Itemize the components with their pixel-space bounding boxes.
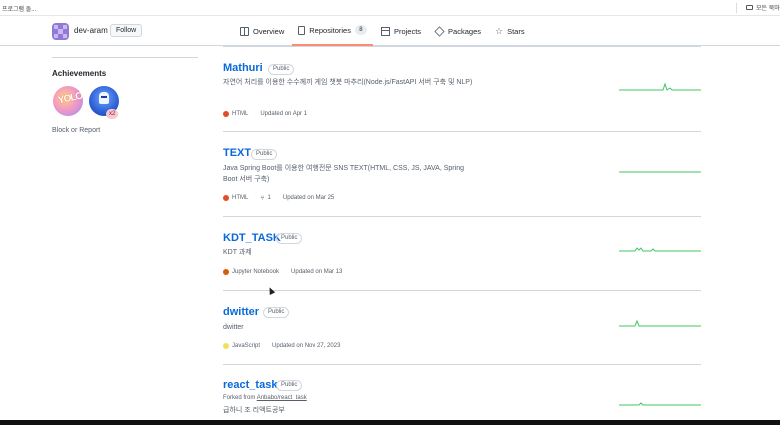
tab-label: Repositories: [309, 25, 351, 35]
project-icon: [380, 26, 390, 36]
repo-name-link[interactable]: KDT_TASK: [223, 232, 281, 244]
list-item: Mathuri Public 자연어 처리를 이용한 수수께끼 게임 챗봇 마추…: [223, 60, 701, 132]
activity-sparkline: [619, 82, 701, 91]
yolo-badge-graphic: YOLO: [57, 90, 83, 107]
follow-button[interactable]: Follow: [110, 24, 143, 37]
list-divider: [223, 364, 701, 365]
repo-updated: Updated on Mar 25: [282, 195, 335, 201]
profile-username[interactable]: dev-aram: [74, 26, 108, 35]
repo-language: HTML: [232, 195, 249, 201]
repo-description: Java Spring Boot를 이용한 여행전문 SNS TEXT(HTML…: [223, 165, 464, 183]
repo-language: HTML: [232, 111, 249, 117]
list-divider: [223, 290, 701, 291]
repo-name-link[interactable]: react_task: [223, 379, 277, 391]
avatar[interactable]: [52, 23, 69, 40]
repo-description: 급하니 조 리액트공부: [223, 407, 285, 414]
tab-label: Projects: [393, 26, 422, 36]
bookmark-item[interactable]: 프로그램 돌...: [2, 4, 36, 13]
repositories-count: 8: [354, 25, 367, 35]
repo-name-link[interactable]: dwitter: [223, 306, 259, 318]
folder-icon: [746, 5, 753, 10]
list-divider: [223, 216, 701, 217]
bookmarks-bar: 프로그램 돌... 모든 북마: [0, 0, 780, 16]
bottom-edge: [0, 420, 780, 425]
visibility-badge: Public: [268, 64, 295, 75]
language-color-dot: [223, 195, 229, 201]
repo-meta: JavaScript Updated on Nov 27, 2023: [223, 341, 340, 351]
block-or-report-link[interactable]: Block or Report: [52, 127, 100, 134]
repo-description: 자연어 처리를 이용한 수수께끼 게임 챗봇 마추리(Node.js/FastA…: [223, 79, 473, 86]
tab-label: Packages: [448, 26, 481, 36]
tab-packages[interactable]: Packages: [429, 16, 487, 46]
bookmarks-divider: [736, 3, 737, 13]
repo-forks-link[interactable]: ⑂ 1: [260, 195, 271, 202]
activity-sparkline: [619, 402, 701, 406]
activity-sparkline: [619, 171, 701, 173]
achievement-badge-yolo[interactable]: YOLO: [53, 86, 83, 116]
list-item: TEXT Public Java Spring Boot를 이용한 여행전문 S…: [223, 144, 701, 218]
repo-meta: HTML ⑂ 1 Updated on Mar 25: [223, 193, 334, 203]
list-divider: [223, 131, 701, 132]
badge-multiplier: x2: [106, 109, 119, 119]
star-icon: ☆: [494, 25, 504, 36]
sidebar-divider: [52, 57, 198, 58]
repo-updated: Updated on Mar 13: [291, 269, 343, 275]
repo-name-link[interactable]: Mathuri: [223, 62, 263, 74]
list-divider: [223, 46, 701, 47]
tab-label: Overview: [253, 26, 285, 36]
repo-icon: [298, 25, 306, 35]
tab-projects[interactable]: Projects: [375, 16, 427, 46]
list-item: react_task Public Forked from Anbabo/rea…: [223, 376, 701, 420]
repo-meta: HTML Updated on Apr 1: [223, 109, 307, 119]
visibility-badge: Public: [263, 307, 290, 318]
book-icon: [240, 26, 249, 36]
repo-description: KDT 과제: [223, 249, 252, 256]
forked-prefix: Forked from: [223, 395, 257, 401]
repo-updated: Updated on Apr 1: [260, 111, 308, 117]
tab-label: Stars: [507, 26, 525, 36]
shark-icon: [99, 92, 109, 104]
tab-stars[interactable]: ☆ Stars: [489, 16, 531, 46]
visibility-badge: Public: [251, 149, 278, 160]
profile-tabs: Overview Repositories 8 Projects Package…: [234, 16, 533, 46]
repo-meta: Jupyter Notebook Updated on Mar 13: [223, 267, 342, 277]
package-icon: [434, 25, 445, 37]
fork-icon: ⑂: [260, 194, 265, 202]
visibility-badge: Public: [276, 380, 303, 391]
repo-language: JavaScript: [232, 343, 261, 349]
language-color-dot: [223, 343, 229, 349]
repo-updated: Updated on Nov 27, 2023: [272, 343, 341, 349]
language-color-dot: [223, 269, 229, 275]
tab-repositories[interactable]: Repositories 8: [292, 16, 373, 46]
activity-sparkline: [619, 319, 701, 327]
forked-from-link[interactable]: Anbabo/react_task: [257, 395, 307, 401]
list-item: KDT_TASK Public KDT 과제 Jupyter Notebook …: [223, 228, 701, 291]
tab-overview[interactable]: Overview: [234, 16, 290, 46]
achievements-heading[interactable]: Achievements: [52, 69, 106, 78]
activity-sparkline: [619, 247, 701, 252]
all-bookmarks-label: 모든 북마: [756, 6, 780, 12]
fork-count: 1: [267, 195, 271, 201]
visibility-badge: Public: [276, 233, 303, 244]
repo-description: dwitter: [223, 324, 244, 331]
all-bookmarks-button[interactable]: 모든 북마: [746, 3, 780, 12]
list-item: dwitter Public dwitter JavaScript Update…: [223, 302, 701, 365]
forked-from: Forked from Anbabo/react_task: [223, 395, 307, 401]
language-color-dot: [223, 111, 229, 117]
profile-header: dev-aram Follow Overview Repositories 8 …: [0, 16, 780, 46]
repo-name-link[interactable]: TEXT: [223, 147, 251, 159]
repo-language: Jupyter Notebook: [232, 269, 280, 275]
